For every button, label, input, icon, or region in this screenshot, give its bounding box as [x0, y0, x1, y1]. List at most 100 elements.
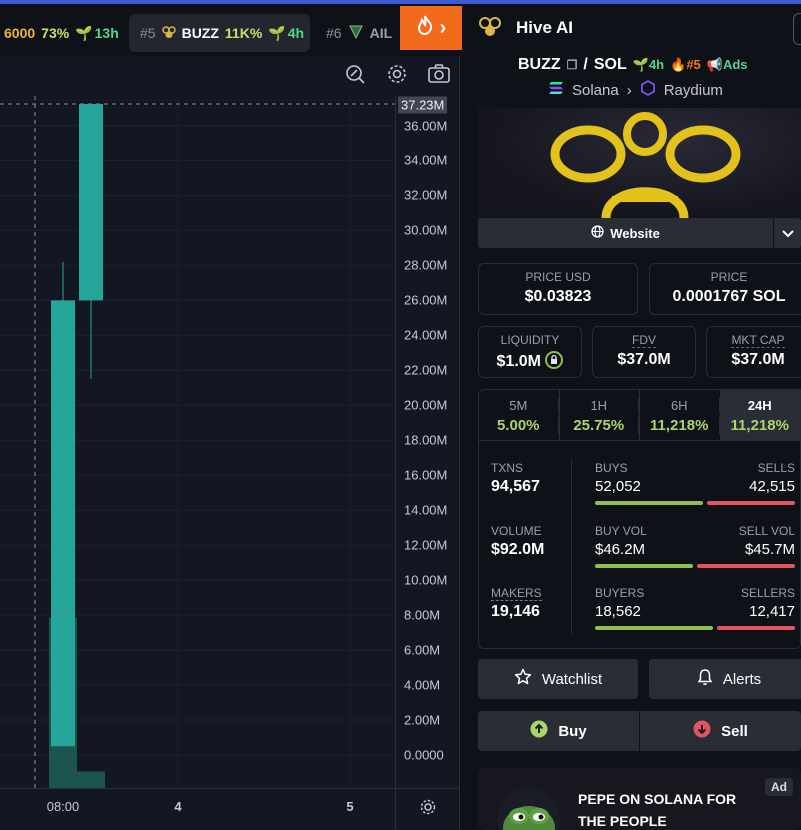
y-tick-label: 26.00M [404, 292, 448, 308]
ad-title: PEPE ON SOLANA FOR THE PEOPLE [578, 791, 737, 829]
age-value: 4h [648, 57, 665, 72]
sells-value: 42,515 [749, 478, 795, 495]
pair-separator: / [583, 56, 588, 73]
buy-vol-value: $46.2M [595, 541, 646, 558]
makers-label: MAKERS [491, 586, 542, 601]
hot-rank[interactable]: 🔥#5 [670, 57, 701, 73]
chart-toolbar [343, 62, 451, 86]
ads-label: Ads [722, 57, 748, 72]
tab-1h[interactable]: 1H 25.75% [560, 390, 640, 440]
dex-name[interactable]: Raydium [664, 82, 723, 99]
raydium-icon [640, 80, 656, 100]
fdv-label-text: FDV [632, 333, 656, 348]
candlestick-plot[interactable] [0, 96, 395, 788]
candle-body [79, 104, 103, 301]
website-button[interactable]: Website [478, 218, 801, 248]
trade-stats: TXNS 94,567 BUYS SELLS 52,052 42,515 VOLUM… [478, 441, 801, 649]
liquidity-card: LIQUIDITY $1.0M [478, 326, 582, 378]
chart-settings-button[interactable] [395, 788, 460, 830]
ads-badge[interactable]: 📢Ads [707, 57, 748, 73]
buy-button[interactable]: Buy [478, 711, 639, 751]
hot-tokens-button[interactable]: › [400, 6, 462, 50]
mkt-cap-label-text: MKT CAP [731, 333, 785, 348]
sprout-icon: 🌱 [268, 24, 286, 41]
ad-card[interactable]: PEPE ON SOLANA FOR THE PEOPLE Ad [478, 768, 801, 830]
hive-ai-header[interactable]: Hive AI [462, 4, 801, 52]
y-tick-label: 10.00M [404, 572, 448, 588]
alerts-button[interactable]: Alerts [649, 659, 801, 699]
y-tick-label: 36.00M [404, 118, 448, 133]
y-tick-label: 34.00M [404, 152, 448, 168]
ticker-rank: #5 [140, 25, 156, 41]
mkt-cap-value: $37.0M [731, 351, 785, 368]
buys-sells-stat: BUYS SELLS 52,052 42,515 [595, 461, 795, 505]
tab-24h[interactable]: 24H 11,218% [720, 390, 800, 440]
tab-value: 5.00% [479, 417, 559, 434]
solana-icon [548, 81, 564, 99]
price-usd-label: PRICE USD [525, 270, 591, 284]
y-tick-label: 6.00M [404, 642, 441, 658]
rank-value: #5 [686, 57, 701, 72]
panel-toggle[interactable] [793, 13, 801, 45]
txns-stat: TXNS 94,567 [491, 461, 540, 496]
buy-ratio [595, 626, 713, 630]
buys-label: BUYS [595, 461, 628, 475]
liquidity-value: $1.0M [496, 353, 541, 370]
tab-value: 11,218% [640, 417, 720, 434]
hive-title: Hive AI [516, 18, 574, 37]
fire-icon [416, 15, 434, 41]
lock-icon[interactable] [545, 351, 564, 374]
buy-label: Buy [558, 722, 587, 740]
y-tick-label: 22.00M [404, 362, 448, 378]
sell-ratio [716, 626, 795, 630]
txns-label: TXNS [491, 461, 524, 475]
bell-icon [697, 668, 713, 690]
sell-vol-label: SELL VOL [738, 524, 795, 538]
website-dropdown[interactable] [773, 218, 801, 248]
camera-icon[interactable] [427, 62, 451, 86]
ticker-pct: 73% [41, 25, 70, 41]
x-tick-label: 4 [174, 799, 182, 814]
buy-vol-label: BUY VOL [595, 524, 647, 538]
sell-button[interactable]: Sell [639, 711, 801, 751]
liquidity-label: LIQUIDITY [500, 333, 560, 347]
sells-label: SELLS [757, 461, 795, 475]
website-label: Website [610, 225, 660, 241]
tab-6h[interactable]: 6H 11,218% [640, 390, 721, 440]
y-tick-label: 12.00M [404, 537, 448, 553]
gear-icon[interactable] [385, 62, 409, 86]
liquidity-row: $1.0M [479, 351, 581, 374]
quote-symbol: SOL [593, 56, 627, 73]
y-tick-label: 30.00M [404, 222, 448, 238]
y-tick-label: 24.00M [404, 327, 448, 343]
ticker-item[interactable]: 6000 73% 🌱 13h [0, 14, 124, 52]
ratio-bar [595, 501, 795, 505]
volume-stat: VOLUME $92.0M [491, 524, 544, 559]
sprout-icon: 🌱 [75, 24, 93, 41]
makers-stat: MAKERS 19,146 [491, 586, 542, 621]
ticker-symbol: BUZZ [181, 25, 219, 41]
arrow-up-circle-icon [530, 720, 548, 742]
pepe-icon [498, 788, 560, 830]
ticker-pct: 11K% [224, 25, 263, 41]
sellers-value: 12,417 [749, 603, 795, 620]
price-chart[interactable]: 36.00M 34.00M 32.00M 30.00M 28.00M 26.00M 24.0… [0, 56, 460, 830]
chevron-down-icon [781, 226, 794, 241]
tab-label: 6H [640, 398, 720, 413]
volume-bar [77, 771, 105, 788]
y-tick-label: 20.00M [404, 397, 448, 413]
tab-5m[interactable]: 5M 5.00% [479, 390, 560, 440]
time-axis[interactable]: 08:00 4 5 [0, 788, 395, 830]
timeframe-tabs: 5M 5.00% 1H 25.75% 6H 11,218% 24H 11,218% [478, 389, 801, 441]
copy-icon[interactable]: ❐ [567, 58, 578, 72]
price-axis[interactable]: 36.00M 34.00M 32.00M 30.00M 28.00M 26.00M 24.0… [395, 96, 460, 788]
website-link[interactable]: Website [478, 225, 773, 241]
y-tick-label: 2.00M [404, 712, 441, 728]
watchlist-button[interactable]: Watchlist [478, 659, 638, 699]
sell-ratio [697, 564, 795, 568]
buyers-value: 18,562 [595, 603, 641, 620]
measure-icon[interactable] [343, 62, 367, 86]
chain-name[interactable]: Solana [572, 82, 619, 99]
ticker-item-buzz[interactable]: #5 BUZZ 11K% 🌱 4h [129, 14, 310, 52]
ticker-item[interactable]: #6 AIL [326, 14, 400, 52]
